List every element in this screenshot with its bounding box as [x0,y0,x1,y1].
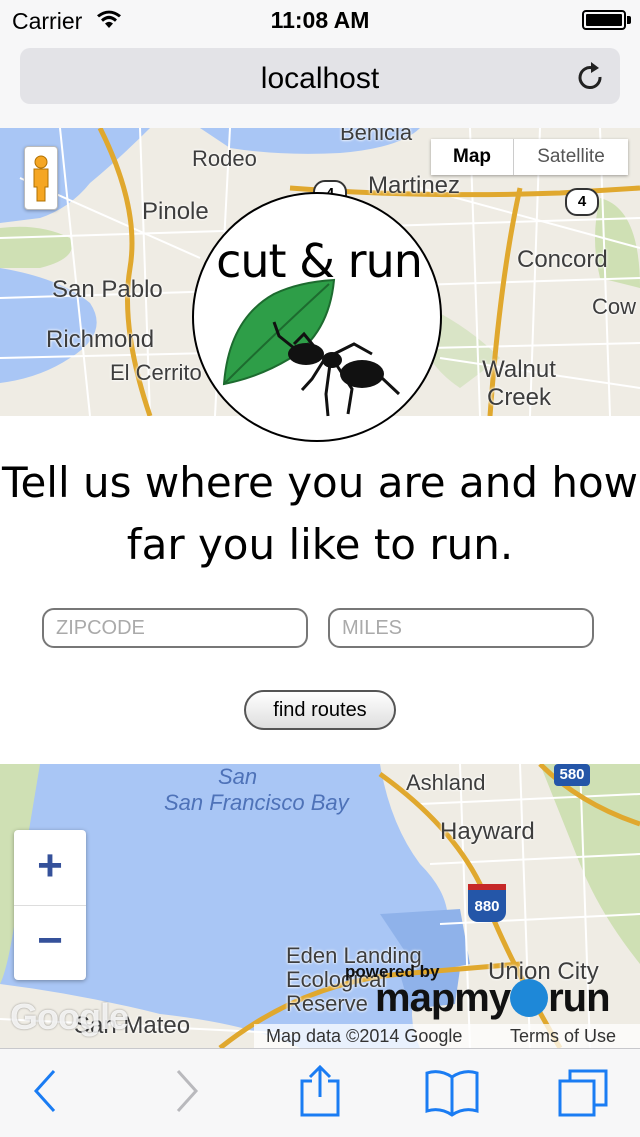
cut-and-run-logo: cut & run [192,192,442,442]
map-label: San [218,764,258,789]
page-headline: Tell us where you are and how far you li… [1,458,639,569]
zoom-in-button[interactable]: + [14,830,86,906]
pegman-icon [25,155,57,213]
map-label: Cow [592,294,637,319]
zipcode-input[interactable] [42,608,308,648]
reload-icon[interactable] [576,60,606,97]
map-attribution: Map data ©2014 Google Terms of Use [254,1024,640,1048]
share-icon[interactable] [298,1063,342,1124]
map-label: Walnut Creek [482,356,556,411]
back-icon[interactable] [30,1067,60,1120]
map-type-satellite-button[interactable]: Satellite [514,139,628,175]
google-logo: Google [10,996,129,1037]
miles-input[interactable] [328,608,594,648]
map-label: Richmond [46,326,155,353]
map-bottom[interactable]: San San Francisco Bay Ashland Hayward Ed… [0,764,640,1048]
url-text: localhost [260,62,380,95]
zoom-control: + − [14,830,86,980]
forward-icon[interactable] [172,1067,202,1120]
map-label: Hayward [440,818,535,845]
highway-shield: 580 [554,764,590,786]
street-view-button[interactable] [24,146,58,210]
map-label: San Francisco Bay [164,790,349,815]
map-type-map-button[interactable]: Map [431,139,514,175]
terms-of-use-link[interactable]: Terms of Use [510,1024,616,1048]
map-label: El Cerrito [110,360,202,385]
browser-chrome: localhost [0,40,640,129]
status-bar: Carrier 11:08 AM [0,0,640,40]
map-label: Rodeo [192,146,257,171]
zoom-out-button[interactable]: − [14,905,86,980]
leaf-ant-icon [222,278,401,417]
map-label: Concord [517,246,608,273]
battery-icon [582,10,626,30]
highway-shield: 880 [468,884,506,922]
mapmyrun-logo: mapmy run [375,976,611,1021]
brand-right: run [548,976,610,1020]
map-data-credit: Map data ©2014 Google [266,1026,463,1046]
find-routes-button[interactable]: find routes [244,690,396,730]
bookmarks-icon[interactable] [424,1069,480,1122]
map-type-control: Map Satellite [431,139,628,175]
tabs-icon[interactable] [556,1067,610,1124]
map-label: Benicia [340,128,413,145]
address-bar[interactable]: localhost [20,48,620,104]
browser-toolbar [0,1048,640,1137]
map-label: Ashland [406,770,486,795]
route-shield: 4 [565,188,599,216]
map-label: San Pablo [52,276,163,303]
battery-tip [627,16,631,24]
brand-left: mapmy [375,976,511,1020]
runner-icon [510,979,549,1017]
clock: 11:08 AM [270,7,370,33]
